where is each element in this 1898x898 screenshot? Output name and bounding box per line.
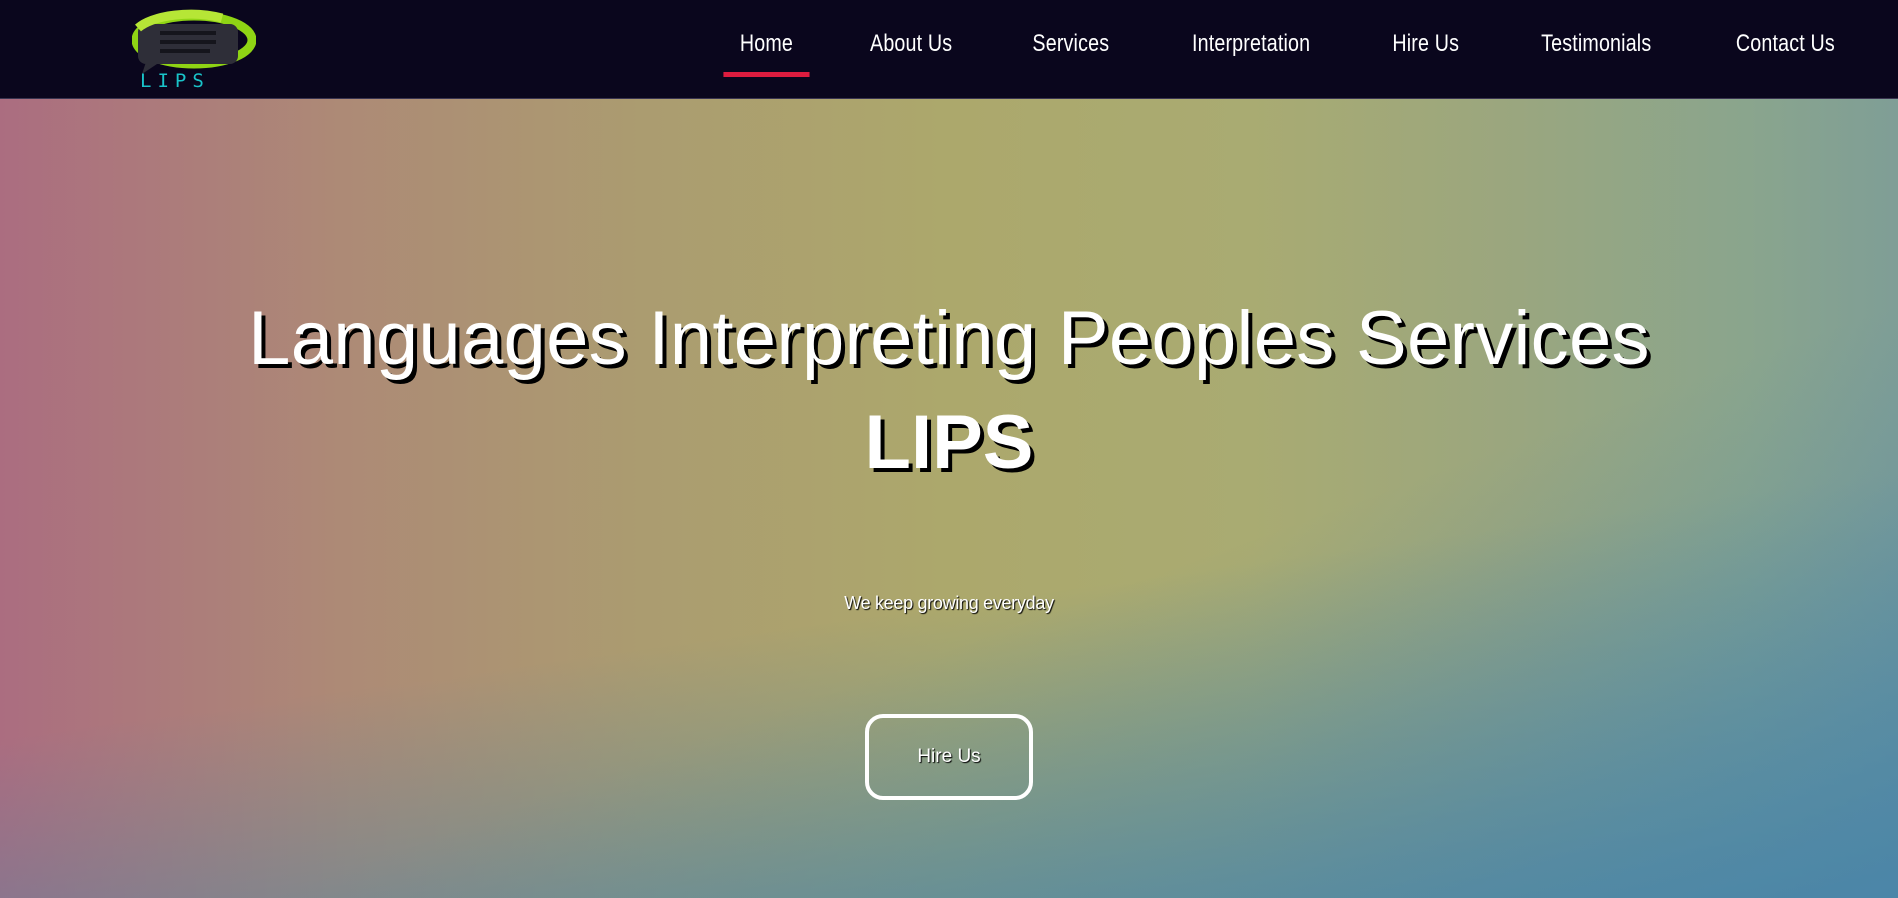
navbar: LIPS Home About Us Services Interpretati… <box>0 0 1898 99</box>
page: LIPS Home About Us Services Interpretati… <box>0 0 1898 898</box>
hero-title: Languages Interpreting Peoples Services <box>248 296 1650 381</box>
nav-contact-us[interactable]: Contact Us <box>1736 0 1835 68</box>
hero-tagline: We keep growing everyday <box>844 593 1054 613</box>
nav-services[interactable]: Services <box>1032 0 1109 68</box>
nav-home[interactable]: Home <box>723 0 810 77</box>
hero-section: Languages Interpreting Peoples Services … <box>0 99 1898 898</box>
nav-hire-us[interactable]: Hire Us <box>1393 0 1460 68</box>
nav-testimonials[interactable]: Testimonials <box>1541 0 1651 68</box>
nav-about-us[interactable]: About Us <box>870 0 952 68</box>
main-nav: Home About Us Services Interpretation Hi… <box>672 0 1846 98</box>
hero-brand: LIPS <box>864 400 1034 485</box>
logo[interactable]: LIPS <box>132 8 256 92</box>
logo-text: LIPS <box>140 70 210 92</box>
nav-interpretation[interactable]: Interpretation <box>1192 0 1310 68</box>
hire-us-button[interactable]: Hire Us <box>865 714 1033 800</box>
